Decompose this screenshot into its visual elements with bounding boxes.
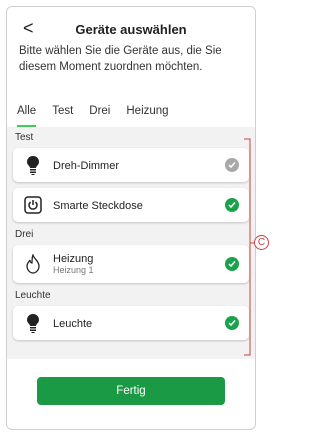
tab-bar: Alle Test Drei Heizung [17,105,185,127]
tab-drei[interactable]: Drei [89,105,110,127]
device-name: Smarte Steckdose [53,200,143,212]
back-icon[interactable]: < [23,18,34,38]
device-name: Dreh-Dimmer [53,160,119,172]
tab-heizung[interactable]: Heizung [126,105,168,127]
tab-alle[interactable]: Alle [17,105,37,127]
checkmark-icon[interactable] [225,316,239,330]
done-button[interactable]: Fertig [37,377,225,405]
footer: Fertig [7,359,255,429]
section-title-test: Test [15,132,34,143]
device-card-leuchte[interactable]: Leuchte [13,306,249,340]
device-subtitle: Heizung 1 [53,265,94,275]
top-bar: < Geräte auswählen [17,7,245,51]
device-card-smarte-steckdose[interactable]: Smarte Steckdose [13,188,249,222]
checkmark-icon[interactable] [225,158,239,172]
device-name: Heizung [53,253,94,265]
device-card-dreh-dimmer[interactable]: Dreh-Dimmer [13,148,249,182]
callout-label: C [254,235,269,250]
header: < Geräte auswählen Bitte wählen Sie die … [7,7,255,127]
device-selection-screen: < Geräte auswählen Bitte wählen Sie die … [6,6,256,430]
callout-bracket [244,138,254,356]
bulb-icon [23,313,43,333]
device-card-heizung[interactable]: Heizung Heizung 1 [13,245,249,283]
device-name: Leuchte [53,318,93,330]
checkmark-icon[interactable] [225,257,239,271]
checkmark-icon[interactable] [225,198,239,212]
flame-icon [23,254,43,274]
section-title-drei: Drei [15,229,34,240]
tab-test[interactable]: Test [52,105,73,127]
page-title: Geräte auswählen [75,21,187,37]
bulb-icon [23,155,43,175]
section-title-leuchte: Leuchte [15,290,51,301]
device-list: Test Dreh-Dimmer Smarte Steckdose Drei H… [7,127,255,340]
socket-icon [23,195,43,215]
